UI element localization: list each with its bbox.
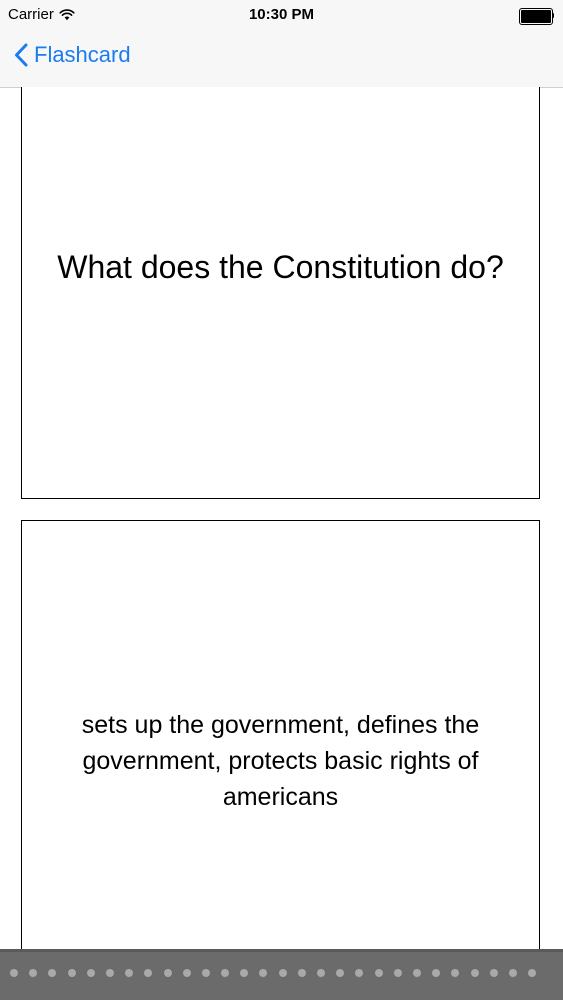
scrubber-dot bbox=[125, 969, 134, 977]
scrubber-dot bbox=[336, 969, 345, 977]
scrubber-dot bbox=[412, 969, 421, 977]
scrubber-dot bbox=[317, 969, 325, 977]
scrubber-dot bbox=[182, 969, 191, 977]
battery-body bbox=[519, 8, 553, 25]
page-scrubber[interactable] bbox=[0, 949, 563, 1000]
scrubber-dot bbox=[144, 969, 153, 977]
scrubber-dot bbox=[240, 969, 249, 977]
scrubber-dot bbox=[259, 969, 268, 977]
chevron-left-icon bbox=[14, 43, 28, 67]
back-button[interactable]: Flashcard bbox=[14, 42, 131, 68]
scrubber-dot bbox=[10, 969, 18, 977]
scrubber-dot bbox=[163, 969, 172, 977]
answer-text: sets up the government, defines the gove… bbox=[81, 710, 480, 811]
question-text: What does the Constitution do? bbox=[57, 249, 504, 285]
battery-fill bbox=[521, 10, 551, 23]
scrubber-dot bbox=[528, 969, 537, 977]
battery-icon bbox=[519, 8, 555, 25]
scrubber-dot bbox=[355, 969, 364, 977]
scrubber-dots bbox=[10, 969, 537, 977]
scrubber-dot bbox=[86, 969, 95, 977]
back-button-label: Flashcard bbox=[34, 42, 131, 67]
scrubber-top-edge bbox=[0, 949, 563, 952]
scrubber-dot bbox=[221, 969, 230, 977]
scrubber-dot bbox=[278, 969, 287, 977]
scrubber-dot bbox=[489, 969, 498, 977]
answer-card[interactable]: sets up the government, defines the gove… bbox=[21, 520, 540, 960]
scrubber-dot bbox=[48, 969, 57, 977]
scrubber-dot bbox=[374, 969, 383, 977]
scrubber-dot bbox=[393, 969, 402, 977]
navigation-bar: Flashcard bbox=[0, 30, 563, 88]
scrubber-dot bbox=[508, 969, 517, 977]
question-card[interactable]: What does the Constitution do? bbox=[21, 87, 540, 499]
battery-tip bbox=[552, 13, 554, 18]
scrubber-dot bbox=[432, 969, 441, 977]
status-bar: Carrier 10:30 PM bbox=[0, 0, 563, 30]
scrubber-dot bbox=[451, 969, 460, 977]
scrubber-dot bbox=[67, 969, 76, 977]
scrubber-dot bbox=[201, 969, 210, 977]
scrubber-dot bbox=[29, 969, 38, 977]
status-time: 10:30 PM bbox=[248, 6, 315, 23]
scrubber-dot bbox=[105, 969, 114, 977]
scrubber-dot bbox=[470, 969, 479, 977]
scrubber-dot bbox=[297, 969, 306, 977]
